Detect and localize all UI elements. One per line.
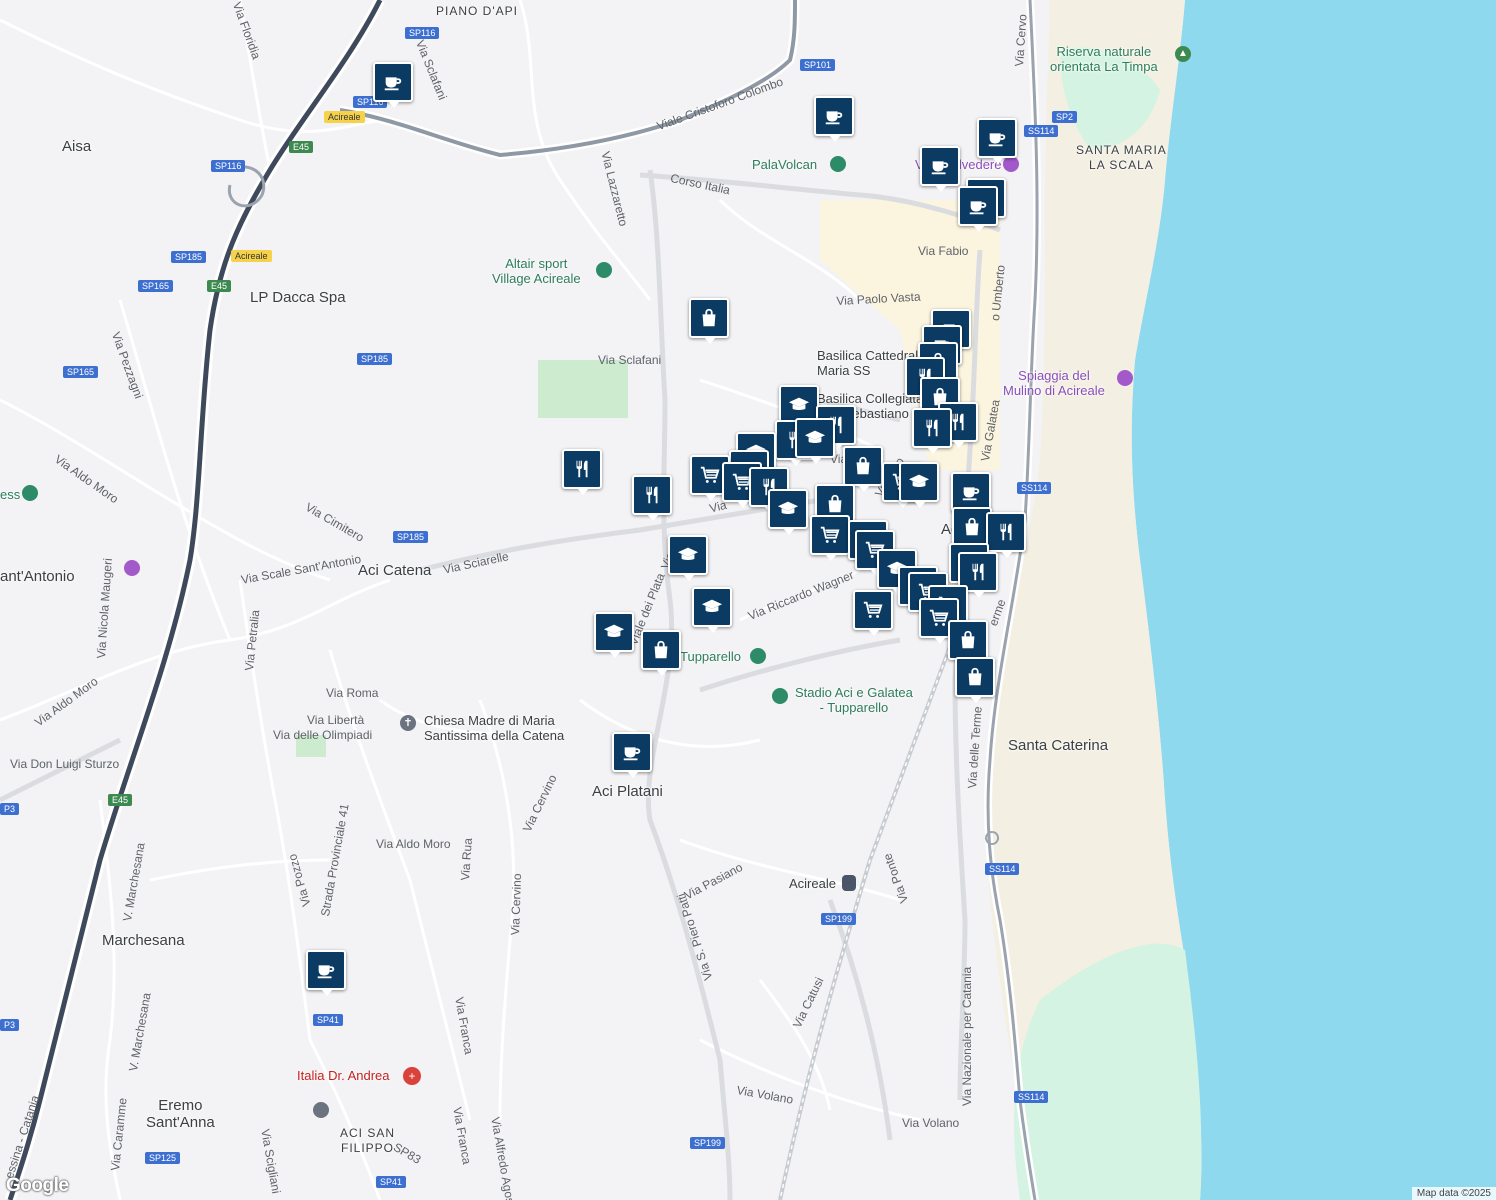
poi-label[interactable]: Acireale xyxy=(789,876,836,891)
map-attribution[interactable]: Map data ©2025 xyxy=(1411,1187,1496,1200)
coffee-cup-icon[interactable] xyxy=(958,186,998,232)
road-shield: SS114 xyxy=(1014,1091,1049,1103)
stadium-icon xyxy=(772,688,788,704)
graduation-cap-icon[interactable] xyxy=(899,462,939,508)
graduation-cap-icon xyxy=(313,1102,329,1118)
coffee-cup-icon[interactable] xyxy=(612,732,652,778)
street-label: Via delle Olimpiadi xyxy=(273,728,373,742)
place-label: ant'Antonio xyxy=(0,568,75,585)
street-label: Via Fabio xyxy=(918,244,969,258)
shopping-cart-icon[interactable] xyxy=(810,515,850,561)
place-label: Aci Platani xyxy=(592,783,663,800)
fork-knife-icon[interactable] xyxy=(986,512,1026,558)
pin-icon xyxy=(830,156,846,172)
poi-label[interactable]: Spiaggia del Mulino di Acireale xyxy=(1003,368,1105,398)
hospital-icon: + xyxy=(403,1067,421,1085)
camera-icon xyxy=(124,560,140,576)
road-shield: SP116 xyxy=(211,160,246,172)
map-canvas[interactable]: PIANO D'API Aisa SANTA MARIA LA SCALA LP… xyxy=(0,0,1496,1200)
poi-label[interactable]: Altair sport Village Acireale xyxy=(492,256,581,286)
tree-icon: ▲ xyxy=(1175,46,1191,62)
graduation-cap-icon[interactable] xyxy=(668,535,708,581)
shopping-bag-icon[interactable] xyxy=(843,446,883,492)
road-shield: SP185 xyxy=(357,353,393,365)
place-label: Aisa xyxy=(62,138,92,155)
place-label: Marchesana xyxy=(102,932,185,949)
street-label: Via Nazionale per Catania xyxy=(960,966,974,1106)
road-shield: Acireale xyxy=(324,111,365,123)
poi-label[interactable]: Tupparello xyxy=(680,649,741,664)
coffee-cup-icon[interactable] xyxy=(373,62,413,108)
road-shield: SP101 xyxy=(800,59,836,71)
coffee-cup-icon[interactable] xyxy=(920,146,960,192)
road-shield: E45 xyxy=(108,794,133,806)
place-label: Aci Catena xyxy=(358,562,432,579)
road-shield: SP165 xyxy=(138,280,174,292)
street-label: Via Aldo Moro xyxy=(376,837,451,851)
road-shield: E45 xyxy=(289,141,314,153)
road-shield: P3 xyxy=(0,803,20,815)
place-label: SANTA MARIA LA SCALA xyxy=(1076,143,1167,172)
road-shield: P3 xyxy=(0,1019,20,1031)
graduation-cap-icon[interactable] xyxy=(768,489,808,535)
street-label: Via Cervino xyxy=(508,873,525,936)
fork-knife-icon[interactable] xyxy=(632,475,672,521)
poi-label[interactable]: Stadio Aci e Galatea - Tupparello xyxy=(795,685,913,715)
pin-icon xyxy=(596,262,612,278)
street-label: Via Don Luigi Sturzo xyxy=(10,757,120,771)
shopping-bag-icon[interactable] xyxy=(689,298,729,344)
place-label: LP Dacca Spa xyxy=(250,289,346,306)
shopping-bag-icon[interactable] xyxy=(955,657,995,703)
road-shield: SP199 xyxy=(821,913,857,925)
poi-label[interactable]: Riserva naturale orientata La Timpa xyxy=(1050,44,1158,74)
coffee-cup-icon[interactable] xyxy=(306,950,346,996)
road-shield: SP165 xyxy=(63,366,99,378)
street-label: Via Volano xyxy=(902,1116,960,1130)
street-label: Via Sclafani xyxy=(598,353,662,367)
road-shield: SS114 xyxy=(1024,125,1059,137)
road-shield: SP185 xyxy=(393,531,429,543)
pin-icon xyxy=(22,485,38,501)
poi-label[interactable]: ess xyxy=(0,487,20,502)
place-label: PIANO D'API xyxy=(436,4,518,18)
road-shield: SP125 xyxy=(145,1152,181,1164)
google-logo: Google xyxy=(6,1175,69,1196)
fork-knife-icon[interactable] xyxy=(912,408,952,454)
poi-label[interactable]: PalaVolcan xyxy=(752,157,817,172)
street-label: Via Rua xyxy=(458,837,475,881)
graduation-cap-icon[interactable] xyxy=(795,418,835,464)
place-label: Eremo Sant'Anna xyxy=(146,1097,215,1131)
road-shield: SP2 xyxy=(1052,111,1078,123)
road-shield: SS114 xyxy=(1017,482,1052,494)
pin-icon xyxy=(750,648,766,664)
map-base-layer xyxy=(0,0,1496,1200)
fork-knife-icon[interactable] xyxy=(562,449,602,495)
poi-label[interactable]: Italia Dr. Andrea xyxy=(297,1068,390,1083)
road-shield: SP41 xyxy=(376,1176,407,1188)
camera-icon xyxy=(1117,370,1133,386)
shopping-bag-icon[interactable] xyxy=(641,630,681,676)
road-shield: SP116 xyxy=(405,27,440,39)
street-label: Via Libertà xyxy=(307,713,365,727)
place-label: Santa Caterina xyxy=(1008,737,1109,754)
church-icon: ✝ xyxy=(400,715,416,731)
shopping-cart-icon[interactable] xyxy=(853,590,893,636)
graduation-cap-icon[interactable] xyxy=(692,587,732,633)
camera-icon xyxy=(1003,156,1019,172)
road-shield: SP199 xyxy=(690,1137,726,1149)
coffee-cup-icon[interactable] xyxy=(977,118,1017,164)
place-label: ACI SAN FILIPPO xyxy=(340,1126,396,1155)
graduation-cap-icon[interactable] xyxy=(594,612,634,658)
road-shield: SP185 xyxy=(171,251,207,263)
road-shield: Acireale xyxy=(231,250,272,262)
road-shield: SS114 xyxy=(985,863,1020,875)
poi-label[interactable]: Chiesa Madre di Maria Santissima della C… xyxy=(424,713,564,743)
road-shield: SP41 xyxy=(313,1014,344,1026)
coffee-cup-icon[interactable] xyxy=(814,96,854,142)
shopping-bag-icon[interactable] xyxy=(948,620,988,666)
road-shield: E45 xyxy=(207,280,232,292)
street-label: Via Roma xyxy=(326,686,379,700)
coffee-cup-icon[interactable] xyxy=(951,472,991,518)
train-icon xyxy=(842,875,856,891)
